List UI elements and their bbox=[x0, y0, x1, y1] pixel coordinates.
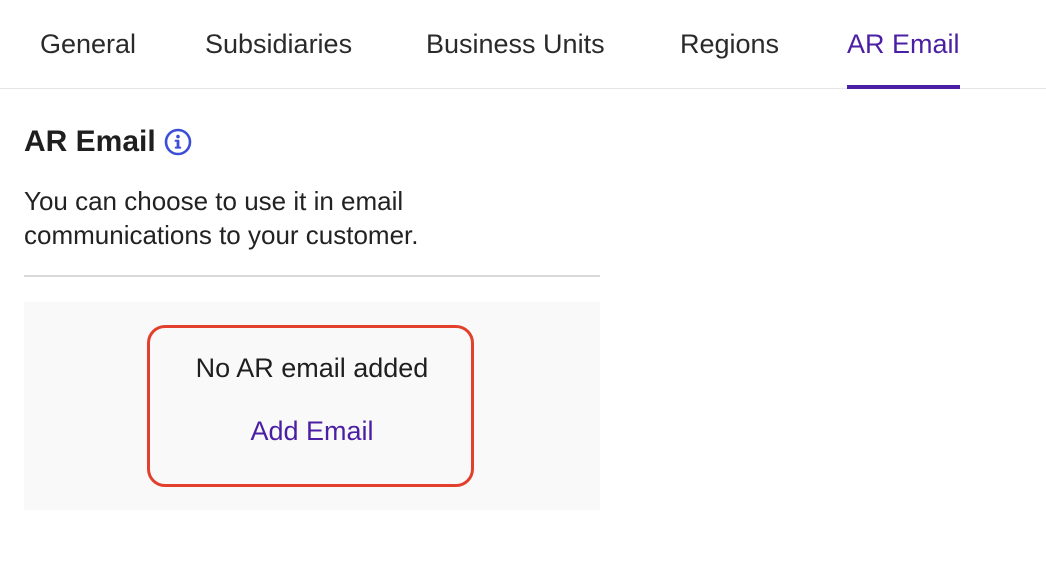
info-circle-icon[interactable] bbox=[164, 128, 192, 156]
section-heading: AR Email bbox=[24, 122, 192, 162]
page-title: AR Email bbox=[24, 125, 156, 158]
divider bbox=[24, 275, 600, 277]
section-description: You can choose to use it in email commun… bbox=[24, 186, 419, 250]
active-tab-indicator bbox=[847, 85, 960, 89]
add-email-link[interactable]: Add Email bbox=[147, 413, 477, 449]
empty-state-message: No AR email added bbox=[195, 353, 429, 383]
tab-subsidiaries[interactable]: Subsidiaries bbox=[205, 0, 352, 88]
tab-ar-email[interactable]: AR Email bbox=[847, 0, 960, 88]
tab-bar: General Subsidiaries Business Units Regi… bbox=[0, 0, 1046, 89]
tab-general[interactable]: General bbox=[40, 0, 136, 88]
tab-regions[interactable]: Regions bbox=[680, 0, 779, 88]
tab-business-units[interactable]: Business Units bbox=[426, 0, 605, 88]
